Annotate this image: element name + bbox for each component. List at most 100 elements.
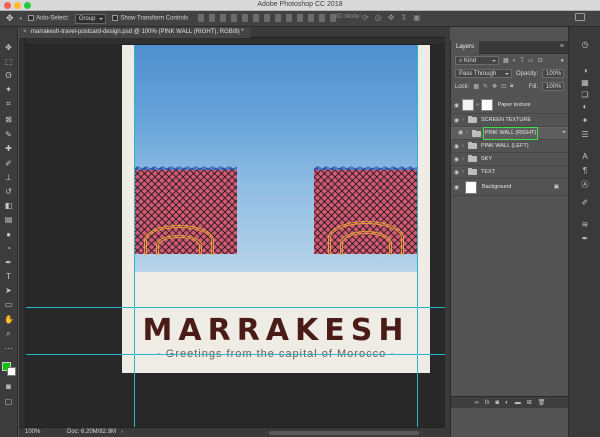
filter-shape-icon[interactable]: ▭ (528, 57, 534, 64)
filter-type-icon[interactable]: T (520, 58, 524, 64)
layer-row[interactable]: ◉ Background ▣ (451, 179, 569, 196)
libraries-panel-icon[interactable]: ❏ (580, 91, 590, 99)
lock-artboard-icon[interactable]: ⊡ (501, 83, 506, 90)
type-tool-icon[interactable]: T (4, 272, 13, 281)
distribute-top-icon[interactable] (264, 14, 270, 22)
screen-mode-icon[interactable]: ▢ (4, 397, 13, 406)
move-tool-icon[interactable]: ✥ (4, 43, 13, 52)
lock-transparent-icon[interactable]: ▦ (473, 83, 479, 90)
hand-tool-icon[interactable]: ✋ (4, 315, 14, 324)
more-tools-icon[interactable]: ⋯ (4, 344, 13, 353)
lock-position-icon[interactable]: ✥ (492, 83, 497, 90)
magic-wand-tool-icon[interactable]: ✦ (4, 85, 13, 94)
zoom-level[interactable]: 100% (25, 428, 40, 437)
blur-tool-icon[interactable]: ● (4, 230, 13, 239)
filter-toggle-icon[interactable]: ● (560, 58, 564, 64)
lasso-tool-icon[interactable]: ʘ (4, 71, 13, 80)
3d-slide-icon[interactable]: ⇕ (400, 13, 407, 22)
eye-icon[interactable]: ◉ (451, 156, 462, 163)
distribute-middle-icon[interactable] (275, 14, 281, 22)
eye-icon[interactable]: ◉ (451, 169, 462, 176)
eyedropper-tool-icon[interactable]: ✎ (4, 130, 13, 139)
eye-icon[interactable]: ◉ (451, 184, 462, 191)
quick-mask-icon[interactable]: ◙ (4, 382, 13, 391)
tool-preset-dropdown[interactable]: ▾ (20, 16, 23, 22)
layer-row[interactable]: ◉ › SKY (451, 153, 569, 166)
guide-horizontal-1[interactable] (26, 307, 445, 308)
opacity-input[interactable]: 100% (542, 69, 564, 78)
background-color-swatch[interactable] (7, 367, 16, 376)
layer-row[interactable]: ◉ › SCREEN TEXTURE (451, 114, 569, 127)
vertical-ruler[interactable] (19, 38, 26, 427)
filter-smart-object-icon[interactable]: ⊡ (538, 57, 543, 64)
swatches-panel-icon[interactable]: ▦ (580, 79, 590, 87)
lock-all-icon[interactable]: 🔒︎ (510, 83, 513, 90)
eraser-tool-icon[interactable]: ◧ (4, 201, 13, 210)
layer-style-icon[interactable]: fx (485, 400, 490, 406)
layers-tab[interactable]: Layers (451, 41, 480, 54)
character-panel-icon[interactable]: A (580, 153, 590, 161)
adjustments-panel-icon[interactable]: ◐ (580, 103, 590, 111)
link-layers-icon[interactable]: ∞ (475, 400, 479, 406)
paragraph-panel-icon[interactable]: ¶ (580, 167, 590, 175)
dodge-tool-icon[interactable]: ◔ (4, 244, 13, 253)
brush-tool-icon[interactable]: ✐ (4, 159, 13, 168)
color-panel-icon[interactable]: ◑ (580, 67, 590, 75)
3d-scale-icon[interactable]: ▣ (413, 13, 421, 22)
video-icon[interactable] (575, 13, 585, 21)
healing-brush-tool-icon[interactable]: ✚ (4, 144, 13, 153)
distribute-left-icon[interactable] (297, 14, 303, 22)
eye-icon[interactable]: ◉ (451, 143, 462, 150)
delete-layer-icon[interactable]: 🗑︎ (538, 399, 546, 406)
pen-tool-icon[interactable]: ✒ (4, 258, 13, 267)
paths-panel-icon[interactable]: ✒ (580, 235, 590, 243)
distribute-bottom-icon[interactable] (286, 14, 292, 22)
new-layer-icon[interactable]: ⊞ (527, 399, 532, 406)
gradient-tool-icon[interactable]: ▤ (4, 215, 13, 224)
eye-icon[interactable]: ◉ (451, 102, 462, 109)
brushes-panel-icon[interactable]: ✐ (580, 199, 590, 207)
rectangle-tool-icon[interactable]: ▭ (4, 300, 13, 309)
distribute-center-icon[interactable] (308, 14, 314, 22)
auto-select-dropdown[interactable]: Group (74, 13, 107, 24)
lock-image-icon[interactable]: ✎ (483, 83, 488, 90)
guide-vertical-1[interactable] (134, 45, 135, 427)
distribute-right-icon[interactable] (319, 14, 325, 22)
marquee-tool-icon[interactable]: ⬚ (4, 57, 13, 66)
kind-filter-dropdown[interactable]: ⌕ Kind (455, 56, 499, 65)
add-mask-icon[interactable]: ◙ (496, 400, 500, 406)
document-tab[interactable]: × marrakesh-travel-postcard-design.psd @… (19, 27, 250, 38)
path-selection-tool-icon[interactable]: ➤ (4, 286, 13, 295)
guide-horizontal-2[interactable] (26, 354, 445, 355)
3d-pan-icon[interactable]: ✥ (388, 13, 395, 22)
3d-rotate-icon[interactable]: ⟳ (362, 13, 369, 22)
transform-controls-checkbox[interactable]: Show Transform Controls (112, 15, 188, 22)
zoom-tool-icon[interactable]: ⌕ (4, 329, 13, 338)
auto-select-checkbox[interactable]: Auto-Select: (28, 15, 69, 22)
history-panel-icon[interactable]: ◷ (580, 41, 590, 49)
adjustment-layer-icon[interactable]: ◐ (505, 400, 509, 406)
status-menu-icon[interactable]: › (121, 428, 123, 437)
align-center-icon[interactable] (242, 14, 248, 22)
align-right-icon[interactable] (253, 14, 259, 22)
styles-panel-icon[interactable]: ✦ (580, 117, 590, 125)
horizontal-ruler[interactable] (19, 38, 445, 45)
guide-vertical-2[interactable] (417, 45, 418, 427)
channels-panel-icon[interactable]: ≋ (580, 221, 590, 229)
align-left-icon[interactable] (231, 14, 237, 22)
frame-tool-icon[interactable]: ⊠ (4, 115, 13, 124)
close-tab-icon[interactable]: × (23, 27, 27, 38)
blend-mode-dropdown[interactable]: Pass Through (455, 69, 512, 78)
document-canvas[interactable]: MARRAKESH - Greetings from the capital o… (122, 45, 430, 373)
panel-menu-icon[interactable]: ≡ (560, 43, 564, 50)
align-middle-icon[interactable] (209, 14, 215, 22)
glyphs-panel-icon[interactable]: Ⓐ (580, 181, 590, 189)
clone-stamp-tool-icon[interactable]: ⊥ (4, 173, 13, 182)
align-bottom-icon[interactable] (220, 14, 226, 22)
new-group-icon[interactable]: ▬ (515, 400, 521, 406)
layer-row[interactable]: ◉ ∞ Paper texture (451, 97, 569, 114)
3d-roll-icon[interactable]: ◎ (375, 13, 382, 22)
layer-row[interactable]: ◉ › PINK WALL (LEFT) (451, 140, 569, 153)
move-icon[interactable]: ✥ (6, 13, 14, 24)
horizontal-scrollbar[interactable] (269, 431, 419, 435)
